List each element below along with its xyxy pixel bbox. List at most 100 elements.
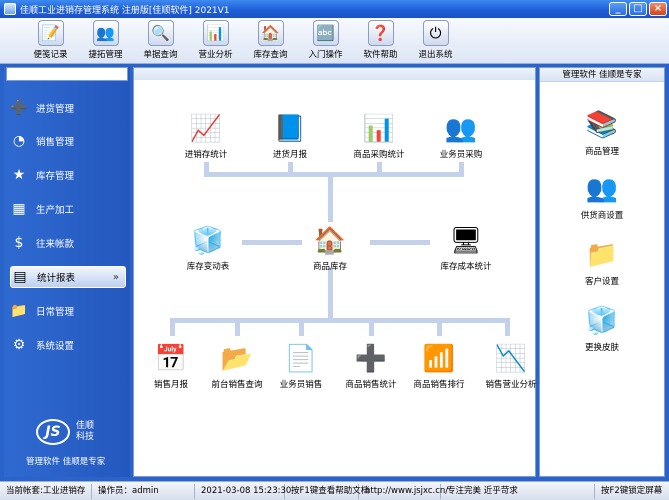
- table-chart-icon: 📈: [189, 114, 223, 144]
- people-icon: 👥: [92, 20, 119, 46]
- status-datetime: 2021-03-08 15:23:30: [195, 483, 291, 499]
- report-label: 库存变动表: [186, 262, 230, 272]
- connector-drop-2: [288, 162, 293, 176]
- binder-icon: 📂: [220, 344, 254, 374]
- dollar-icon: $: [14, 235, 24, 251]
- sidebar-item-2[interactable]: ◔ 销售管理: [10, 130, 126, 152]
- report-label: 进销存统计: [184, 150, 228, 160]
- report-label: 商品销售排行: [413, 380, 465, 390]
- quick-settings-panel: 管理软件 佳顺是专家 📚 商品管理 👥 供货商设置 📁 客户设置 🧊 更换皮肤: [539, 67, 665, 477]
- toolbar-button-label: 单据查询: [143, 50, 178, 60]
- toolbar-button-1[interactable]: 📝 便笺记录: [24, 18, 77, 62]
- settings-item-label: 供货商设置: [580, 211, 624, 221]
- toolbar-button-7[interactable]: ❓ 软件帮助: [354, 18, 407, 62]
- settings-item-3[interactable]: 📁 客户设置: [540, 238, 664, 287]
- status-bar: 当前帐套:工业进销存 操作员：admin 2021-03-08 15:23:30…: [0, 481, 669, 500]
- house-icon: 🏠: [257, 20, 284, 46]
- report-label: 商品采购统计: [353, 150, 405, 160]
- sidebar-item-label: 进货管理: [36, 104, 75, 115]
- report-row2-1[interactable]: 🧊 库存变动表: [168, 224, 248, 272]
- report-label: 商品销售统计: [345, 380, 397, 390]
- settings-item-2[interactable]: 👥 供货商设置: [540, 172, 664, 221]
- books-icon: 📚: [585, 110, 619, 140]
- sidebar-item-7[interactable]: 📁 日常管理: [10, 300, 126, 322]
- star-icon: ★: [12, 167, 26, 183]
- skin-cube-icon: 🧊: [585, 306, 619, 336]
- report-row1-1[interactable]: 📈 进销存统计: [166, 112, 246, 160]
- sidebar-slogan: 管理软件 佳顺是专家: [26, 457, 106, 467]
- sidebar-item-8[interactable]: ⚙ 系统设置: [10, 334, 126, 356]
- connector-drop-b4: [369, 318, 374, 336]
- title-bar: 佳顺工业进销存管理系统 注册版[佳顺软件] 2021V1 _ □ ×: [0, 0, 669, 18]
- supplier-icon: 👥: [585, 174, 619, 204]
- purchase-stats-icon: 📊: [362, 114, 396, 144]
- sidebar-item-5[interactable]: $ 往来帐款: [10, 232, 126, 254]
- connector-drop-b2: [235, 318, 240, 336]
- report-panel: 📈 进销存统计 📘 进货月报 📊 商品采购统计 👥 业务员采购 🧊 库存变动表 🏠 商品库存 🖥 库存成本…: [133, 67, 537, 477]
- toolbar-button-5[interactable]: 🏠 库存查询: [244, 18, 297, 62]
- status-help: 按F1键查看帮助文档: [285, 483, 369, 499]
- connector-drop-b1: [170, 318, 175, 336]
- toolbar-button-label: 软件帮助: [363, 50, 398, 60]
- sidebar-item-label: 生产加工: [36, 205, 75, 216]
- maximize-button[interactable]: □: [629, 2, 647, 16]
- power-icon: ⏻: [422, 20, 449, 46]
- toolbar-button-label: 退出系统: [418, 50, 453, 60]
- notepad-icon: 📝: [37, 20, 64, 46]
- report-row1-4[interactable]: 👥 业务员采购: [421, 112, 501, 160]
- sidebar-item-label: 日常管理: [36, 307, 75, 318]
- sidebar-item-3[interactable]: ★ 库存管理: [10, 164, 126, 186]
- gear-icon: ⚙: [12, 337, 26, 353]
- magnifier-icon: 🔍: [147, 20, 174, 46]
- panel-top-strip: [134, 68, 535, 80]
- logo-name-line1: 佳顺: [76, 421, 95, 431]
- connector-right: [370, 240, 430, 245]
- salesman-icon: 👥: [444, 114, 478, 144]
- toolbar-button-label: 营业分析: [198, 50, 233, 60]
- toolbar-button-2[interactable]: 👥 捷拓管理: [79, 18, 132, 62]
- connector-line-row1: [204, 172, 464, 177]
- logo-name-line2: 科技: [76, 432, 95, 442]
- report-label: 业务员采购: [439, 150, 483, 160]
- status-url[interactable]: http://www.jsjxc.cn/: [359, 483, 448, 499]
- toolbar-button-4[interactable]: 📊 营业分析: [189, 18, 242, 62]
- connector-vertical-bottom: [328, 268, 333, 318]
- sidebar-item-1[interactable]: ➕ 进货管理: [10, 97, 126, 119]
- report-label: 前台销售查询: [211, 380, 263, 390]
- report-row1-3[interactable]: 📊 商品采购统计: [339, 112, 419, 160]
- sidebar-item-4[interactable]: ▦ 生产加工: [10, 198, 126, 220]
- status-motto: 专注完美 近乎苛求: [441, 483, 595, 499]
- toolbar-button-label: 捷拓管理: [88, 50, 123, 60]
- close-button[interactable]: ×: [649, 2, 667, 16]
- salesman-sales-icon: 📄: [284, 344, 318, 374]
- report-label: 业务员销售: [279, 380, 323, 390]
- abc-icon: 🔤: [312, 20, 339, 46]
- report-label: 库存成本统计: [440, 262, 492, 272]
- report-row3-3[interactable]: 📄 业务员销售: [261, 342, 341, 390]
- settings-item-label: 商品管理: [584, 147, 619, 157]
- settings-item-4[interactable]: 🧊 更换皮肤: [540, 304, 664, 353]
- window-title: 佳顺工业进销存管理系统 注册版[佳顺软件] 2021V1: [20, 5, 230, 16]
- toolbar-button-8[interactable]: ⏻ 退出系统: [409, 18, 462, 62]
- sidebar-item-label: 往来帐款: [36, 239, 75, 250]
- sidebar-item-label: 销售管理: [36, 137, 75, 148]
- report-row2-3[interactable]: 🖥 库存成本统计: [426, 224, 506, 272]
- connector-drop-3: [377, 162, 382, 176]
- sidebar-item-6[interactable]: ▤ 统计报表 »: [10, 266, 126, 288]
- status-operator: 操作员：admin: [92, 483, 195, 499]
- connector-drop-b6: [505, 318, 510, 336]
- company-logo: JS 佳顺 科技: [36, 415, 100, 455]
- report-row3-5[interactable]: 📶 商品销售排行: [399, 342, 479, 390]
- main-toolbar: 📝 便笺记录 👥 捷拓管理 🔍 单据查询 📊 营业分析 🏠 库存查询 🔤 入门操作 ❓ 软件帮助 ⏻ 退出系统: [0, 18, 669, 64]
- report-label: 销售营业分析: [485, 380, 537, 390]
- report-row2-2[interactable]: 🏠 商品库存: [290, 224, 370, 272]
- toolbar-button-6[interactable]: 🔤 入门操作: [299, 18, 352, 62]
- inventory-change-icon: 🧊: [191, 226, 225, 256]
- settings-item-1[interactable]: 📚 商品管理: [540, 108, 664, 157]
- minimize-button[interactable]: _: [609, 2, 627, 16]
- toolbar-button-3[interactable]: 🔍 单据查询: [134, 18, 187, 62]
- logo-mark: JS: [36, 419, 70, 445]
- report-row1-2[interactable]: 📘 进货月报: [250, 112, 330, 160]
- status-account: 当前帐套:工业进销存: [0, 483, 92, 499]
- report-label: 进货月报: [272, 150, 307, 160]
